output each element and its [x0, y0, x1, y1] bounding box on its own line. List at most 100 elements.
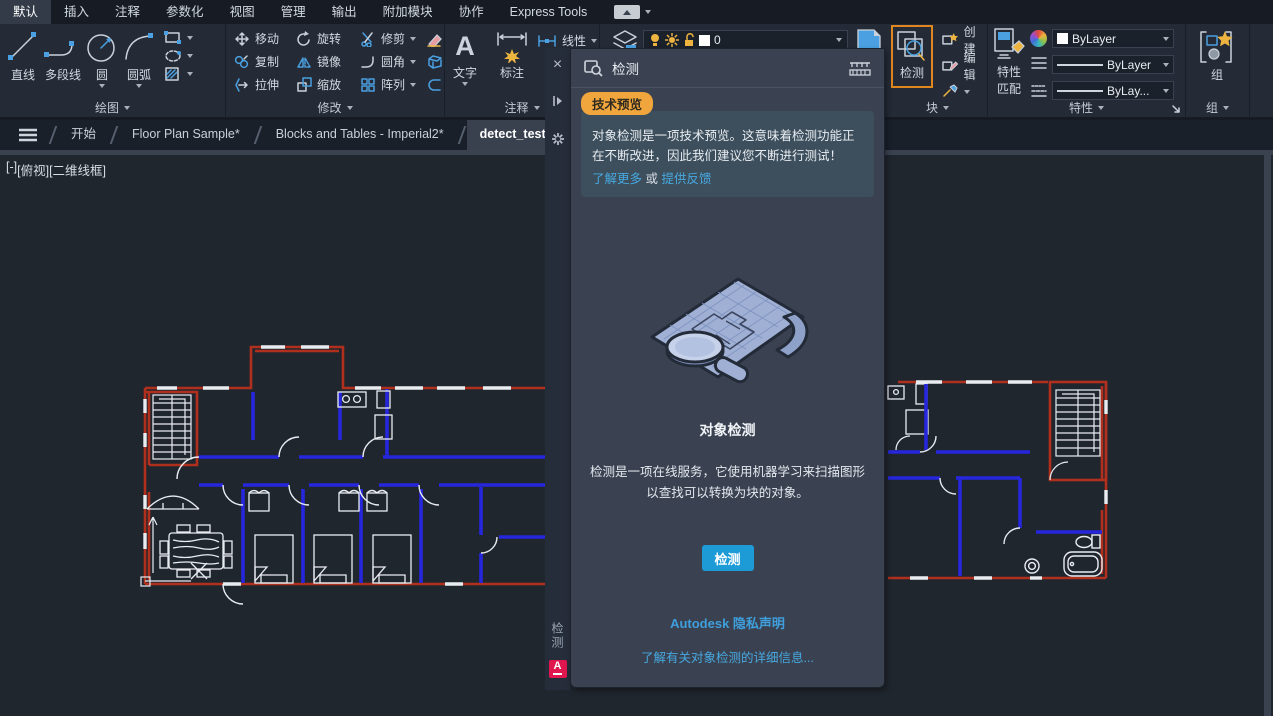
match-properties-button[interactable]: 特性 匹配	[992, 27, 1026, 97]
linetype-combo-arrow-icon	[1163, 63, 1169, 67]
doc-tab-floor-plan-sample[interactable]: Floor Plan Sample*	[119, 120, 253, 150]
groups-panel-label[interactable]: 组	[1186, 99, 1249, 116]
tech-preview-notice: 对象检测是一项技术预览。这意味着检测功能正在不断改进，因此我们建议您不断进行测试…	[592, 126, 863, 166]
menu-tab-home[interactable]: 默认	[0, 0, 51, 24]
array-dropdown-arrow-icon[interactable]	[410, 83, 416, 87]
menu-tab-annotate[interactable]: 注释	[102, 0, 153, 24]
tech-preview-infobox: 对象检测是一项技术预览。这意味着检测功能正在不断改进，因此我们建议您不断进行测试…	[581, 111, 874, 197]
linear-dropdown-arrow-icon[interactable]	[591, 39, 597, 43]
menu-tab-insert[interactable]: 插入	[51, 0, 102, 24]
mirror-button[interactable]: 镜像	[292, 50, 356, 73]
palette-autohide-icon[interactable]	[551, 88, 565, 114]
group-icon	[1198, 29, 1236, 65]
fillet-button[interactable]: 圆角	[356, 50, 422, 73]
join-button[interactable]	[422, 73, 444, 96]
mirror-icon	[296, 54, 312, 70]
ellipse-dropdown-arrow-icon[interactable]	[187, 54, 193, 58]
floor-plan-left	[133, 337, 553, 617]
learn-more-link[interactable]: 了解更多	[592, 172, 642, 186]
rotate-button[interactable]: 旋转	[292, 27, 356, 50]
explode-icon	[426, 54, 444, 70]
block-edit-button[interactable]: 编辑	[938, 54, 987, 77]
lineweight-icon	[1030, 84, 1048, 98]
fillet-icon	[360, 54, 376, 70]
hatch-dropdown-arrow-icon[interactable]	[187, 72, 193, 76]
hatch-button[interactable]	[164, 67, 193, 81]
menu-tab-view[interactable]: 视图	[217, 0, 268, 24]
tab-separator	[253, 126, 262, 144]
draw-panel-label[interactable]: 绘图	[0, 99, 225, 116]
collapse-options-arrow-icon[interactable]	[645, 10, 651, 14]
layer-color-swatch[interactable]	[699, 35, 710, 46]
lineweight-combo[interactable]: ByLay...	[1052, 81, 1174, 100]
group-button[interactable]: 组	[1198, 26, 1236, 83]
properties-panel-label[interactable]: 特性	[988, 99, 1185, 116]
modify-panel-label[interactable]: 修改	[226, 99, 444, 116]
arc-dropdown-arrow-icon[interactable]	[136, 84, 142, 88]
stretch-button[interactable]: 拉伸	[230, 73, 292, 96]
layer-select-combo[interactable]: 0	[643, 30, 848, 50]
dimension-button[interactable]: 标注	[493, 26, 531, 81]
array-button[interactable]: 阵列	[356, 73, 422, 96]
rectangle-button[interactable]	[164, 31, 193, 45]
layer-thaw-sun-icon[interactable]	[665, 33, 679, 47]
block-panel-arrow-icon	[943, 106, 949, 110]
palette-title: 检测	[612, 58, 639, 78]
properties-expander-icon[interactable]	[1171, 104, 1181, 114]
menu-tab-manage[interactable]: 管理	[268, 0, 319, 24]
palette-detect-button[interactable]: 检测	[702, 545, 754, 571]
layer-combo-arrow-icon[interactable]	[836, 38, 842, 42]
doc-tab-blocks-and-tables[interactable]: Blocks and Tables - Imperial2*	[263, 120, 457, 150]
linetype-combo[interactable]: ByLayer	[1052, 55, 1174, 74]
palette-close-icon[interactable]: ×	[553, 52, 562, 78]
ribbon-collapse-button[interactable]	[614, 5, 640, 19]
viewport-menu-control[interactable]: [-]	[6, 160, 17, 179]
linear-dimension-button[interactable]: 线性	[537, 32, 597, 49]
detect-ribbon-button[interactable]: 检测	[891, 25, 933, 88]
viewport-view-control[interactable]: [俯视]	[17, 160, 49, 179]
text-dropdown-arrow-icon[interactable]	[462, 82, 468, 86]
blueprint-illustration	[640, 259, 815, 384]
detection-details-link[interactable]: 了解有关对象检测的详细信息...	[571, 647, 884, 666]
ellipse-button[interactable]	[164, 49, 193, 63]
autocad-logo-badge: A	[549, 660, 567, 678]
object-detection-heading: 对象检测	[571, 420, 884, 440]
draw-panel-arrow-icon	[124, 106, 130, 110]
modify-panel-arrow-icon	[347, 106, 353, 110]
copy-button[interactable]: 复制	[230, 50, 292, 73]
feedback-link[interactable]: 提供反馈	[662, 172, 712, 186]
privacy-statement-link[interactable]: Autodesk 隐私声明	[571, 613, 884, 632]
layer-unlock-icon[interactable]	[683, 33, 695, 47]
layer-on-bulb-icon[interactable]	[649, 33, 661, 47]
scale-button[interactable]: 缩放	[292, 73, 356, 96]
palette-title-strip: × 检测 A	[545, 48, 570, 690]
circle-dropdown-arrow-icon[interactable]	[99, 84, 105, 88]
block-attributes-arrow-icon[interactable]	[964, 90, 970, 94]
menu-tab-output[interactable]: 输出	[319, 0, 370, 24]
menu-tab-addins[interactable]: 附加模块	[370, 0, 446, 24]
hamburger-menu-icon[interactable]	[18, 128, 38, 142]
object-color-combo[interactable]: ByLayer	[1052, 29, 1174, 48]
palette-settings-icon[interactable]	[551, 126, 565, 152]
polyline-icon	[42, 29, 84, 65]
menu-tab-collaborate[interactable]: 协作	[446, 0, 497, 24]
rectangle-icon	[164, 31, 182, 45]
layer-current-name: 0	[714, 33, 721, 47]
trim-dropdown-arrow-icon[interactable]	[410, 37, 416, 41]
viewport-controls: [-] [俯视] [二维线框]	[6, 160, 106, 179]
viewport-visual-style-control[interactable]: [二维线框]	[49, 160, 106, 179]
move-icon	[234, 31, 250, 47]
block-panel-label[interactable]: 块	[888, 99, 987, 116]
move-button[interactable]: 移动	[230, 27, 292, 50]
rectangle-dropdown-arrow-icon[interactable]	[187, 36, 193, 40]
trim-button[interactable]: 修剪	[356, 27, 422, 50]
text-button[interactable]: A 文字	[453, 26, 477, 86]
erase-button[interactable]	[422, 27, 444, 50]
menu-tab-express-tools[interactable]: Express Tools	[497, 0, 601, 24]
start-tab[interactable]: 开始	[58, 120, 109, 150]
fillet-dropdown-arrow-icon[interactable]	[410, 60, 416, 64]
palette-header: 检测	[571, 49, 884, 88]
menu-tab-parametric[interactable]: 参数化	[153, 0, 217, 24]
palette-scale-icon[interactable]	[848, 60, 872, 76]
explode-button[interactable]	[422, 50, 444, 73]
